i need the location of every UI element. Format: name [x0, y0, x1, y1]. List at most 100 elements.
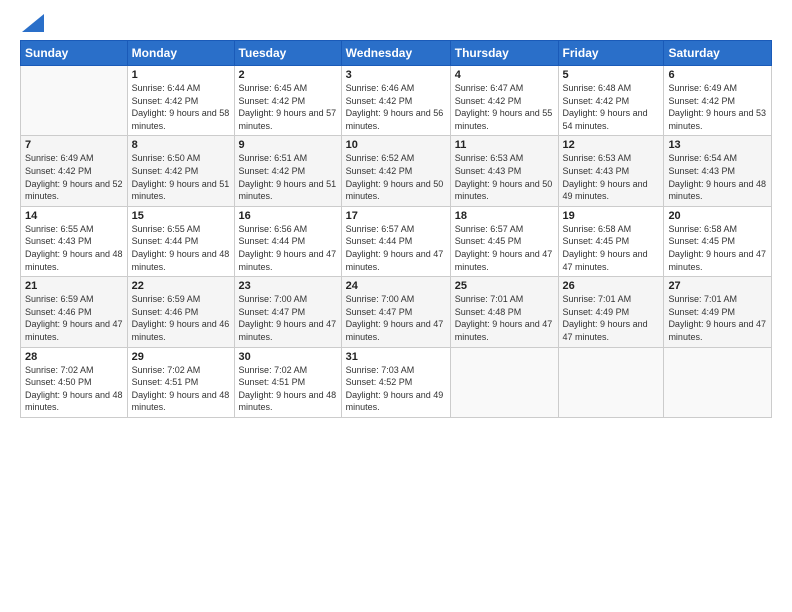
calendar-cell: 4Sunrise: 6:47 AMSunset: 4:42 PMDaylight… — [450, 66, 558, 136]
calendar-header-monday: Monday — [127, 41, 234, 66]
day-number: 23 — [239, 280, 337, 292]
day-detail: Sunrise: 6:55 AMSunset: 4:43 PMDaylight:… — [25, 224, 123, 272]
day-number: 22 — [132, 280, 230, 292]
day-detail: Sunrise: 6:49 AMSunset: 4:42 PMDaylight:… — [668, 83, 766, 131]
day-detail: Sunrise: 7:00 AMSunset: 4:47 PMDaylight:… — [346, 294, 444, 342]
calendar-cell: 8 Sunrise: 6:50 AMSunset: 4:42 PMDaylight… — [127, 136, 234, 206]
day-detail: Sunrise: 6:46 AMSunset: 4:42 PMDaylight:… — [346, 83, 444, 131]
calendar-header-friday: Friday — [558, 41, 664, 66]
calendar-header-tuesday: Tuesday — [234, 41, 341, 66]
day-number: 27 — [668, 280, 767, 292]
calendar-cell — [450, 347, 558, 417]
calendar-cell — [558, 347, 664, 417]
day-number: 7 — [25, 139, 123, 151]
day-detail: Sunrise: 6:44 AMSunset: 4:42 PMDaylight:… — [132, 83, 230, 131]
day-detail: Sunrise: 6:47 AMSunset: 4:42 PMDaylight:… — [455, 83, 553, 131]
day-number: 8 — [132, 139, 230, 151]
day-detail: Sunrise: 7:01 AMSunset: 4:48 PMDaylight:… — [455, 294, 553, 342]
day-number: 5 — [563, 69, 660, 81]
day-detail: Sunrise: 6:59 AMSunset: 4:46 PMDaylight:… — [132, 294, 230, 342]
day-number: 21 — [25, 280, 123, 292]
logo-icon — [22, 14, 44, 32]
calendar-cell: 14Sunrise: 6:55 AMSunset: 4:43 PMDayligh… — [21, 206, 128, 276]
calendar-cell: 5 Sunrise: 6:48 AMSunset: 4:42 PMDaylight… — [558, 66, 664, 136]
day-detail: Sunrise: 7:03 AMSunset: 4:52 PMDaylight:… — [346, 365, 444, 413]
day-number: 19 — [563, 210, 660, 222]
day-number: 17 — [346, 210, 446, 222]
day-number: 31 — [346, 351, 446, 363]
calendar-header-thursday: Thursday — [450, 41, 558, 66]
calendar-header-saturday: Saturday — [664, 41, 772, 66]
calendar-week-5: 28 Sunrise: 7:02 AMSunset: 4:50 PMDayligh… — [21, 347, 772, 417]
calendar-header-row: SundayMondayTuesdayWednesdayThursdayFrid… — [21, 41, 772, 66]
calendar-cell: 30 Sunrise: 7:02 AMSunset: 4:51 PMDayligh… — [234, 347, 341, 417]
day-detail: Sunrise: 7:01 AMSunset: 4:49 PMDaylight:… — [668, 294, 766, 342]
calendar-table: SundayMondayTuesdayWednesdayThursdayFrid… — [20, 40, 772, 418]
calendar-cell: 27 Sunrise: 7:01 AMSunset: 4:49 PMDayligh… — [664, 277, 772, 347]
day-number: 1 — [132, 69, 230, 81]
calendar-cell: 6 Sunrise: 6:49 AMSunset: 4:42 PMDaylight… — [664, 66, 772, 136]
calendar-cell: 28 Sunrise: 7:02 AMSunset: 4:50 PMDayligh… — [21, 347, 128, 417]
calendar-cell: 20 Sunrise: 6:58 AMSunset: 4:45 PMDayligh… — [664, 206, 772, 276]
day-detail: Sunrise: 6:52 AMSunset: 4:42 PMDaylight:… — [346, 153, 444, 201]
day-detail: Sunrise: 6:58 AMSunset: 4:45 PMDaylight:… — [563, 224, 648, 272]
logo — [20, 16, 44, 30]
day-detail: Sunrise: 6:57 AMSunset: 4:44 PMDaylight:… — [346, 224, 444, 272]
day-number: 6 — [668, 69, 767, 81]
day-number: 11 — [455, 139, 554, 151]
calendar-cell: 1 Sunrise: 6:44 AMSunset: 4:42 PMDaylight… — [127, 66, 234, 136]
calendar-cell: 17 Sunrise: 6:57 AMSunset: 4:44 PMDayligh… — [341, 206, 450, 276]
calendar-cell: 11 Sunrise: 6:53 AMSunset: 4:43 PMDayligh… — [450, 136, 558, 206]
day-number: 25 — [455, 280, 554, 292]
calendar-week-1: 1 Sunrise: 6:44 AMSunset: 4:42 PMDaylight… — [21, 66, 772, 136]
day-number: 18 — [455, 210, 554, 222]
calendar-cell: 24 Sunrise: 7:00 AMSunset: 4:47 PMDayligh… — [341, 277, 450, 347]
day-detail: Sunrise: 7:02 AMSunset: 4:50 PMDaylight:… — [25, 365, 123, 413]
calendar-cell: 7 Sunrise: 6:49 AMSunset: 4:42 PMDaylight… — [21, 136, 128, 206]
day-number: 13 — [668, 139, 767, 151]
day-number: 29 — [132, 351, 230, 363]
calendar-cell: 25 Sunrise: 7:01 AMSunset: 4:48 PMDayligh… — [450, 277, 558, 347]
day-number: 2 — [239, 69, 337, 81]
day-number: 12 — [563, 139, 660, 151]
calendar-cell: 2Sunrise: 6:45 AMSunset: 4:42 PMDaylight… — [234, 66, 341, 136]
day-detail: Sunrise: 6:51 AMSunset: 4:42 PMDaylight:… — [239, 153, 337, 201]
day-detail: Sunrise: 6:59 AMSunset: 4:46 PMDaylight:… — [25, 294, 123, 342]
day-number: 26 — [563, 280, 660, 292]
calendar-cell: 13 Sunrise: 6:54 AMSunset: 4:43 PMDayligh… — [664, 136, 772, 206]
day-detail: Sunrise: 6:54 AMSunset: 4:43 PMDaylight:… — [668, 153, 766, 201]
page: SundayMondayTuesdayWednesdayThursdayFrid… — [0, 0, 792, 612]
calendar-cell — [21, 66, 128, 136]
calendar-week-2: 7 Sunrise: 6:49 AMSunset: 4:42 PMDaylight… — [21, 136, 772, 206]
day-number: 30 — [239, 351, 337, 363]
day-detail: Sunrise: 6:57 AMSunset: 4:45 PMDaylight:… — [455, 224, 553, 272]
day-number: 28 — [25, 351, 123, 363]
day-detail: Sunrise: 6:50 AMSunset: 4:42 PMDaylight:… — [132, 153, 230, 201]
calendar-cell: 15 Sunrise: 6:55 AMSunset: 4:44 PMDayligh… — [127, 206, 234, 276]
calendar-cell: 26Sunrise: 7:01 AMSunset: 4:49 PMDayligh… — [558, 277, 664, 347]
calendar-header-sunday: Sunday — [21, 41, 128, 66]
day-detail: Sunrise: 7:02 AMSunset: 4:51 PMDaylight:… — [239, 365, 337, 413]
calendar-cell: 16 Sunrise: 6:56 AMSunset: 4:44 PMDayligh… — [234, 206, 341, 276]
calendar-cell: 18 Sunrise: 6:57 AMSunset: 4:45 PMDayligh… — [450, 206, 558, 276]
day-detail: Sunrise: 6:58 AMSunset: 4:45 PMDaylight:… — [668, 224, 766, 272]
calendar-cell: 3 Sunrise: 6:46 AMSunset: 4:42 PMDaylight… — [341, 66, 450, 136]
calendar-cell: 22 Sunrise: 6:59 AMSunset: 4:46 PMDayligh… — [127, 277, 234, 347]
day-detail: Sunrise: 6:48 AMSunset: 4:42 PMDaylight:… — [563, 83, 648, 131]
day-number: 10 — [346, 139, 446, 151]
calendar-cell: 19 Sunrise: 6:58 AMSunset: 4:45 PMDayligh… — [558, 206, 664, 276]
day-detail: Sunrise: 6:53 AMSunset: 4:43 PMDaylight:… — [455, 153, 553, 201]
day-number: 20 — [668, 210, 767, 222]
calendar-cell: 12Sunrise: 6:53 AMSunset: 4:43 PMDayligh… — [558, 136, 664, 206]
day-number: 15 — [132, 210, 230, 222]
day-detail: Sunrise: 6:49 AMSunset: 4:42 PMDaylight:… — [25, 153, 123, 201]
calendar-week-3: 14Sunrise: 6:55 AMSunset: 4:43 PMDayligh… — [21, 206, 772, 276]
day-number: 24 — [346, 280, 446, 292]
day-number: 16 — [239, 210, 337, 222]
day-number: 3 — [346, 69, 446, 81]
day-detail: Sunrise: 6:55 AMSunset: 4:44 PMDaylight:… — [132, 224, 230, 272]
calendar-cell: 31 Sunrise: 7:03 AMSunset: 4:52 PMDayligh… — [341, 347, 450, 417]
header — [20, 16, 772, 30]
calendar-header-wednesday: Wednesday — [341, 41, 450, 66]
day-detail: Sunrise: 6:56 AMSunset: 4:44 PMDaylight:… — [239, 224, 337, 272]
